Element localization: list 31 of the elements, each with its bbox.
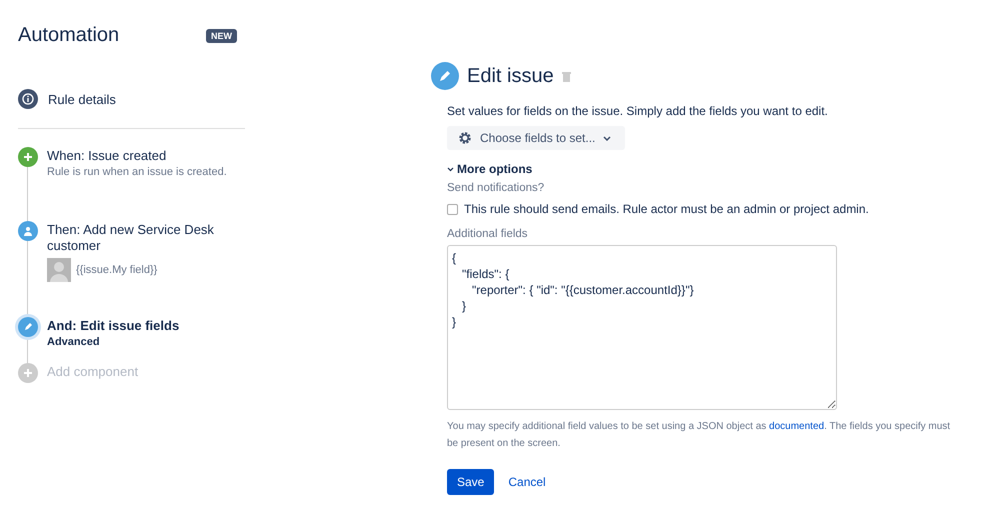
additional-fields-label: Additional fields (447, 228, 529, 240)
cancel-button[interactable]: Cancel (506, 469, 548, 495)
panel-description: Set values for fields on the issue. Simply add the fields you want to edit. (447, 104, 829, 118)
chevron-icon (447, 166, 454, 172)
panel-title: Edit issue (467, 64, 554, 88)
step-subtitle: Rule is run when an issue is created. (47, 166, 227, 178)
info-icon (18, 89, 38, 109)
documented-link[interactable]: documented (769, 421, 824, 432)
step-title[interactable]: When: Issue created (47, 148, 227, 164)
pencil-icon (431, 62, 459, 90)
notifications-label: Send notifications? (447, 182, 546, 194)
trash-icon[interactable] (562, 70, 571, 82)
more-options-toggle[interactable]: More options (447, 162, 532, 176)
person-icon (18, 221, 38, 241)
checkbox-label: This rule should send emails. Rule actor must be an admin or project admin. (464, 202, 869, 216)
step-title[interactable]: Then: Add new Service Desk customer (47, 222, 227, 254)
rule-details-link[interactable]: Rule details (48, 92, 116, 106)
gear-icon (458, 131, 472, 145)
plus-icon (18, 147, 38, 167)
chevron-down-icon (603, 136, 612, 140)
sidebar-title: Automation (18, 24, 120, 47)
help-text: You may specify additional field values to be set using a JSON object as documented. The fields you specify must be present on the screen. (447, 420, 952, 451)
avatar-icon (47, 258, 71, 282)
checkbox[interactable] (447, 204, 458, 214)
choose-fields-button[interactable]: Choose fields to set... (447, 126, 626, 150)
step-value: {{issue.My field}} (76, 264, 158, 276)
input-field[interactable]: { "fields": { "reporter": { "id": "{{customer.accountId}}"} } } (447, 245, 837, 410)
step-subtitle: Advanced (47, 336, 101, 348)
save-button[interactable]: Save (447, 469, 494, 495)
new-badge: NEW (206, 28, 237, 42)
step-title[interactable]: And: Edit issue fields (47, 318, 227, 334)
